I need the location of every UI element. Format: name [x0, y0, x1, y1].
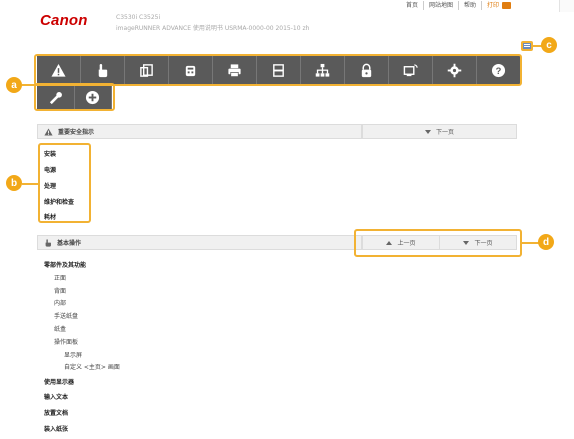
prev-page-label: 上一页	[397, 240, 416, 247]
section-title-basic: 基本操作	[38, 236, 362, 249]
list-item[interactable]: 背面	[54, 286, 66, 295]
manual-title: imageRUNNER ADVANCE 使用说明书 USRMA-0000-00 …	[116, 25, 310, 32]
section-title-safety: 重要安全指示	[38, 125, 362, 138]
model-name: C3530i C3525i	[116, 14, 161, 21]
list-item[interactable]: 安装	[44, 149, 56, 158]
help-link[interactable]: 帮助	[459, 1, 482, 10]
list-item[interactable]: 维护和检查	[44, 197, 74, 206]
next-page-button[interactable]: 下一页	[362, 125, 516, 138]
list-item[interactable]: 纸盒	[54, 324, 66, 333]
section-title-safety-label: 重要安全指示	[58, 129, 95, 136]
toc-toggle-button[interactable]	[521, 41, 533, 51]
top-links: 首页 网站地图 帮助 打印	[401, 0, 516, 11]
security-icon[interactable]	[345, 56, 389, 84]
callout-a: a	[6, 77, 22, 93]
callout-c: c	[541, 37, 557, 53]
list-item[interactable]: 手送纸盘	[54, 311, 78, 320]
section-nav-safety: 下一页	[362, 125, 516, 138]
wrench-icon[interactable]	[37, 85, 75, 109]
home-link[interactable]: 首页	[401, 1, 424, 10]
triangle-down-icon	[463, 240, 470, 245]
list-item[interactable]: 显示屏	[64, 350, 82, 359]
icon-toolbar-row2	[37, 85, 112, 109]
section-title-basic-label: 基本操作	[57, 240, 82, 247]
print-link-label: 打印	[486, 2, 499, 9]
scan-icon[interactable]	[257, 56, 301, 84]
section-header-safety: 重要安全指示 下一页	[37, 124, 517, 139]
remote-ui-icon[interactable]	[389, 56, 433, 84]
fax-icon[interactable]	[169, 56, 213, 84]
print-icon[interactable]	[213, 56, 257, 84]
triangle-up-icon	[386, 240, 393, 245]
hand-icon	[45, 238, 51, 247]
list-item[interactable]: 电源	[44, 165, 56, 174]
sitemap-link[interactable]: 网站地图	[424, 1, 459, 10]
next-page-label: 下一页	[435, 129, 454, 136]
icon-toolbar: ?	[37, 56, 520, 84]
section-header-basic: 基本操作 上一页 下一页	[37, 235, 517, 250]
warning-icon	[44, 127, 53, 136]
list-item[interactable]: 正面	[54, 273, 66, 282]
hand-icon[interactable]	[81, 56, 125, 84]
list-icon	[524, 44, 530, 47]
triangle-down-icon	[424, 129, 431, 134]
print-link[interactable]: 打印	[482, 1, 516, 10]
list-item[interactable]: 零部件及其功能	[44, 260, 86, 269]
section-nav-basic: 上一页 下一页	[362, 236, 516, 249]
list-item[interactable]: 输入文本	[44, 392, 68, 401]
list-item[interactable]: 装入纸张	[44, 424, 68, 433]
callout-b: b	[6, 175, 22, 191]
canon-logo: Canon	[40, 12, 88, 29]
svg-text:?: ?	[496, 65, 502, 75]
next-page-button[interactable]: 下一页	[439, 236, 516, 249]
callout-a-line	[22, 84, 35, 86]
printer-icon	[502, 2, 511, 9]
scrollbar[interactable]	[559, 0, 574, 12]
prev-page-button[interactable]: 上一页	[362, 236, 439, 249]
callout-d: d	[538, 234, 554, 250]
help-icon[interactable]: ?	[477, 56, 520, 84]
callout-b-line	[22, 183, 39, 185]
next-page-label: 下一页	[474, 240, 493, 247]
settings-icon[interactable]	[433, 56, 477, 84]
list-item[interactable]: 处理	[44, 181, 56, 190]
list-item[interactable]: 自定义 <主页> 画面	[64, 362, 120, 371]
callout-d-line	[522, 242, 539, 244]
list-item[interactable]: 操作面板	[54, 337, 78, 346]
list-item[interactable]: 使用显示器	[44, 377, 74, 386]
list-item[interactable]: 耗材	[44, 212, 56, 221]
list-item[interactable]: 放置文档	[44, 408, 68, 417]
warning-icon[interactable]	[37, 56, 81, 84]
plus-circle-icon[interactable]	[75, 85, 112, 109]
network-icon[interactable]	[301, 56, 345, 84]
copy-icon[interactable]	[125, 56, 169, 84]
list-item[interactable]: 内部	[54, 298, 66, 307]
